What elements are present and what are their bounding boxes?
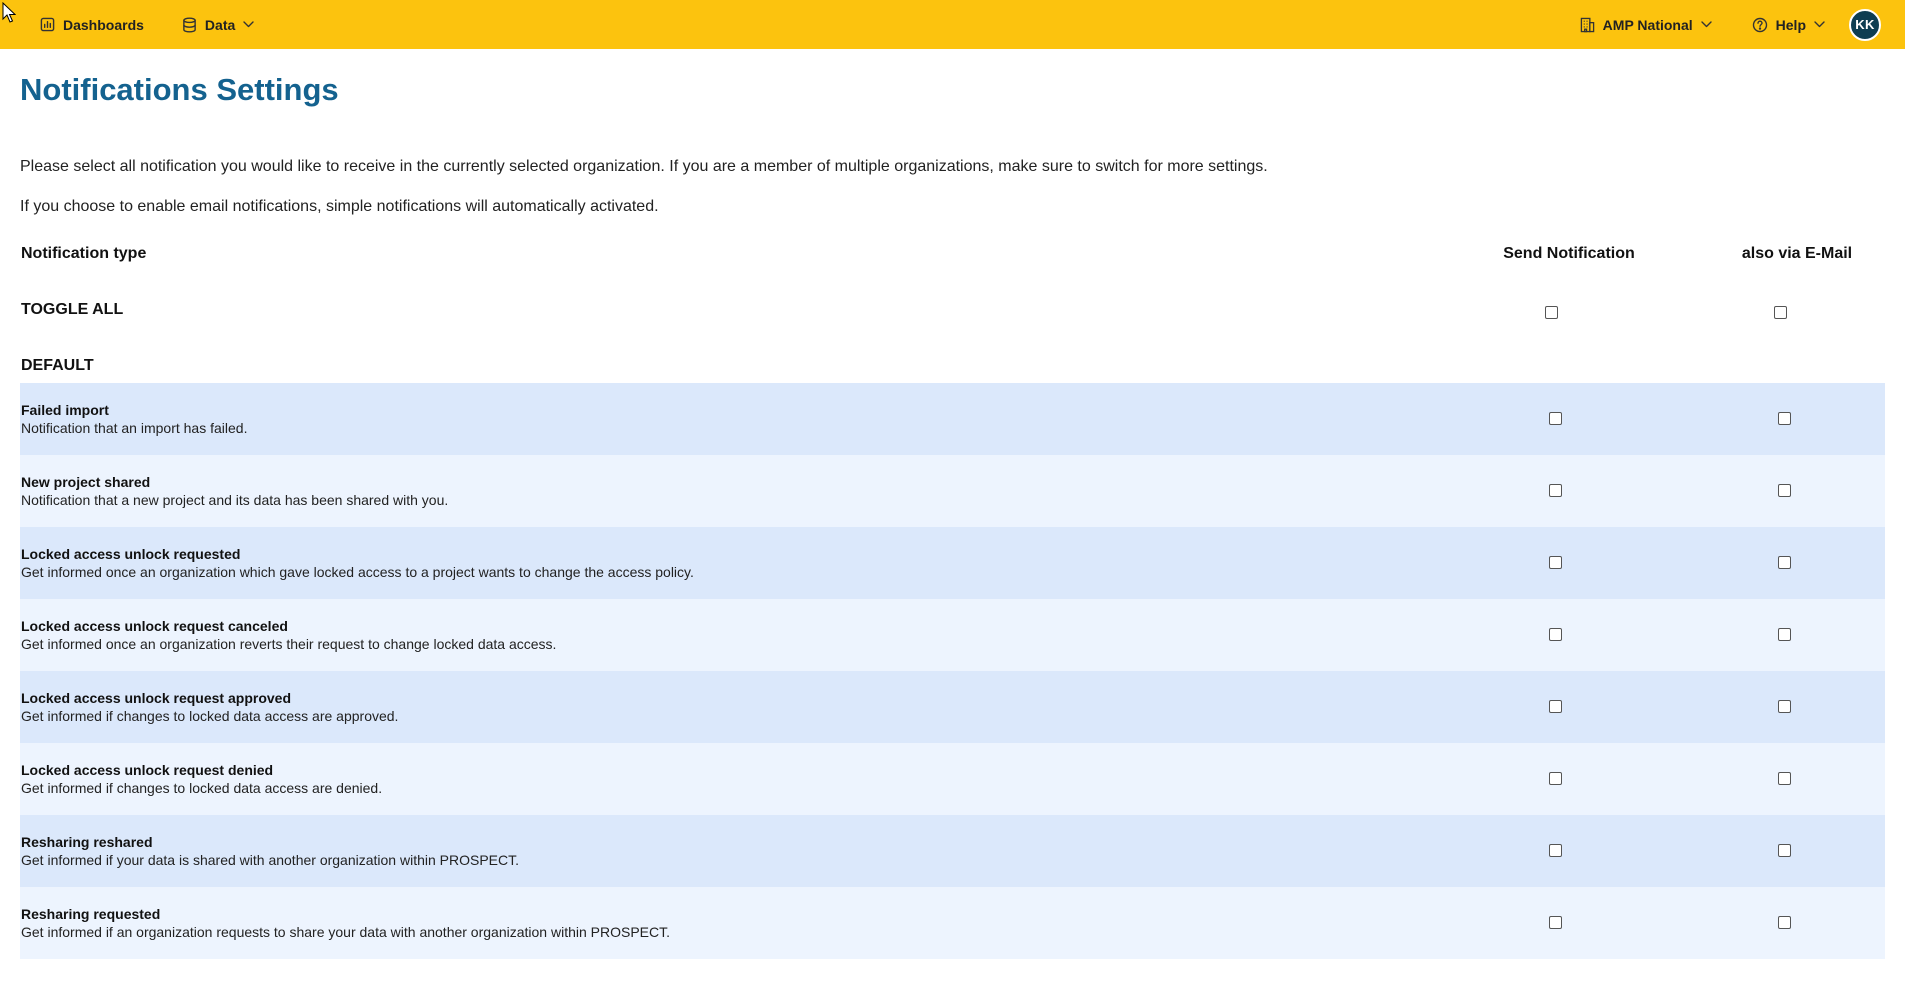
toggle-all-row: TOGGLE ALL [20, 301, 1885, 325]
send-notification-checkbox[interactable] [1549, 844, 1562, 857]
column-header-send: Send Notification [1503, 245, 1635, 262]
nav-dashboards-label: Dashboards [63, 16, 144, 33]
email-notification-checkbox[interactable] [1778, 772, 1791, 785]
notification-description: Notification that an import has failed. [21, 420, 248, 436]
chevron-down-icon [1700, 21, 1712, 28]
notification-row: Resharing requested Get informed if an or… [20, 887, 1885, 959]
chevron-down-icon [1814, 21, 1825, 28]
notification-name: Locked access unlock request approved [21, 690, 291, 706]
email-notification-checkbox[interactable] [1778, 916, 1791, 929]
organization-label: AMP National [1602, 16, 1693, 33]
email-notification-checkbox[interactable] [1778, 700, 1791, 713]
user-avatar[interactable]: KK [1849, 8, 1881, 41]
notification-description: Get informed once an organization revert… [21, 636, 557, 652]
notification-name: Resharing reshared [21, 834, 153, 850]
notification-row: New project shared Notification that a ne… [20, 455, 1885, 527]
bar-chart-icon [40, 17, 55, 32]
nav-right: AMP National Help KK [1570, 0, 1881, 49]
email-notification-checkbox[interactable] [1778, 628, 1791, 641]
help-circle-icon [1752, 17, 1768, 33]
nav-left: Dashboards Data [30, 0, 264, 49]
send-notification-checkbox[interactable] [1549, 412, 1562, 425]
notification-row: Resharing reshared Get informed if your d… [20, 815, 1885, 887]
notification-name: New project shared [21, 474, 151, 490]
notification-description: Get informed if an organization requests… [21, 924, 671, 940]
page-title: Notifications Settings [20, 72, 339, 107]
top-navigation-bar: Dashboards Data AMP National Help KK [0, 0, 1905, 49]
notification-description: Notification that a new project and its … [21, 492, 449, 508]
send-notification-checkbox[interactable] [1549, 484, 1562, 497]
building-icon [1580, 17, 1595, 33]
notification-list: Failed import Notification that an import… [20, 383, 1885, 959]
notification-name: Locked access unlock requested [21, 546, 241, 562]
nav-dashboards[interactable]: Dashboards [30, 0, 154, 49]
email-notification-checkbox[interactable] [1778, 844, 1791, 857]
table-header: Notification type Send Notification also… [20, 245, 1885, 269]
database-icon [182, 16, 197, 33]
section-header-default: DEFAULT [20, 357, 1885, 381]
notification-settings-page: Notifications Settings Please select all… [20, 49, 1885, 959]
toggle-all-send-checkbox[interactable] [1545, 306, 1558, 319]
email-notification-checkbox[interactable] [1778, 412, 1791, 425]
mouse-cursor-icon [2, 2, 16, 23]
send-notification-checkbox[interactable] [1549, 916, 1562, 929]
intro-text: Please select all notification you would… [20, 158, 1268, 175]
notification-row: Locked access unlock requested Get inform… [20, 527, 1885, 599]
send-notification-checkbox[interactable] [1549, 556, 1562, 569]
notification-row: Locked access unlock request approved Get… [20, 671, 1885, 743]
notification-row: Failed import Notification that an import… [20, 383, 1885, 455]
email-info-text: If you choose to enable email notificati… [20, 198, 659, 215]
column-header-mail: also via E-Mail [1741, 245, 1853, 262]
notification-name: Resharing requested [21, 906, 161, 922]
email-notification-checkbox[interactable] [1778, 556, 1791, 569]
notification-row: Locked access unlock request denied Get i… [20, 743, 1885, 815]
notification-description: Get informed if your data is shared with… [21, 852, 520, 868]
nav-data-dropdown[interactable]: Data [172, 0, 264, 49]
toggle-all-label: TOGGLE ALL [21, 301, 124, 318]
section-label: DEFAULT [21, 357, 94, 374]
column-header-type: Notification type [21, 245, 147, 262]
help-dropdown[interactable]: Help [1742, 0, 1835, 49]
send-notification-checkbox[interactable] [1549, 628, 1562, 641]
toggle-all-mail-checkbox[interactable] [1774, 306, 1787, 319]
notification-description: Get informed if changes to locked data a… [21, 708, 399, 724]
notification-description: Get informed if changes to locked data a… [21, 780, 383, 796]
organization-dropdown[interactable]: AMP National [1570, 0, 1722, 49]
notification-name: Failed import [21, 402, 109, 418]
send-notification-checkbox[interactable] [1549, 772, 1562, 785]
notification-row: Locked access unlock request canceled Get… [20, 599, 1885, 671]
chevron-down-icon [243, 21, 254, 28]
notification-description: Get informed once an organization which … [21, 564, 694, 580]
notification-name: Locked access unlock request canceled [21, 618, 288, 634]
help-label: Help [1775, 16, 1806, 33]
send-notification-checkbox[interactable] [1549, 700, 1562, 713]
email-notification-checkbox[interactable] [1778, 484, 1791, 497]
notification-name: Locked access unlock request denied [21, 762, 274, 778]
nav-data-label: Data [204, 16, 236, 33]
